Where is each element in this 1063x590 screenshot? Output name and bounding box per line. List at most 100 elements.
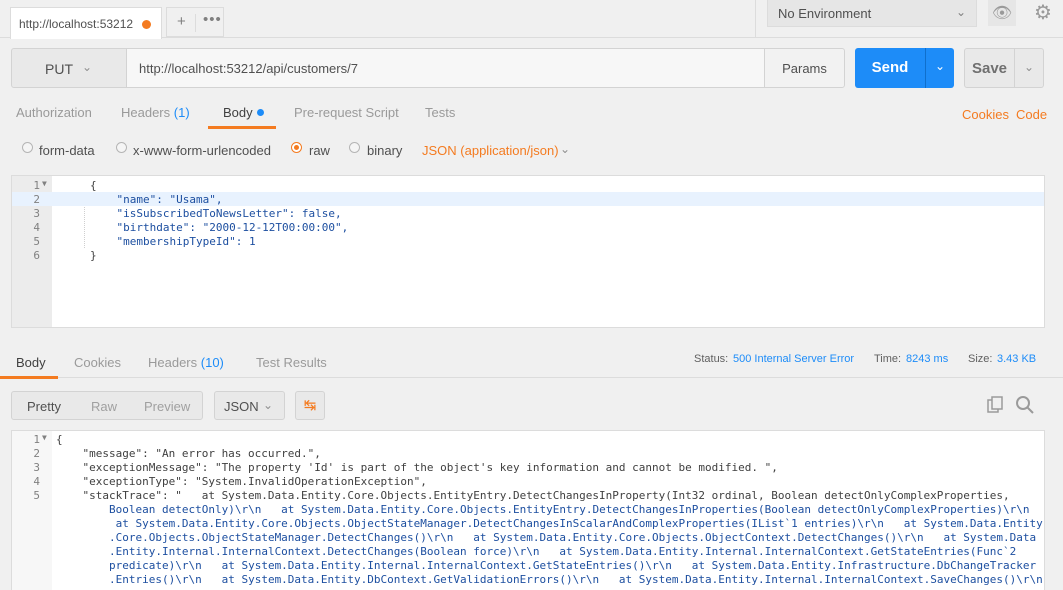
radio-binary[interactable] bbox=[349, 142, 360, 153]
time-value[interactable]: 8243 ms bbox=[906, 353, 948, 365]
tab-response-cookies[interactable]: Cookies bbox=[74, 355, 121, 370]
line-number: 2 bbox=[33, 193, 40, 206]
request-tab-title: http://localhost:53212 bbox=[19, 17, 134, 31]
fold-icon[interactable]: ▼ bbox=[42, 433, 47, 442]
line-number: 3 bbox=[33, 207, 40, 220]
format-select[interactable]: JSON ⌄ bbox=[214, 391, 285, 420]
search-icon[interactable] bbox=[1015, 395, 1035, 415]
pretty-button[interactable]: Pretty bbox=[27, 399, 61, 414]
url-input[interactable]: http://localhost:53212/api/customers/7 bbox=[127, 48, 765, 88]
method-label: PUT bbox=[45, 61, 73, 77]
tab-response-body[interactable]: Body bbox=[16, 355, 46, 370]
gear-icon[interactable]: ⚙ bbox=[1030, 0, 1056, 26]
code-line: 1 ▼ { bbox=[12, 432, 1044, 446]
line-number: 2 bbox=[33, 447, 40, 460]
line-number: 3 bbox=[33, 461, 40, 474]
divider bbox=[195, 14, 196, 32]
size-label: Size: bbox=[968, 353, 993, 365]
tab-authorization[interactable]: Authorization bbox=[16, 105, 92, 120]
chevron-down-icon: ⌄ bbox=[955, 5, 966, 19]
code-text: "exceptionType": "System.InvalidOperatio… bbox=[56, 475, 427, 488]
wrapped-line: predicate)\r\n at System.Data.Entity.Int… bbox=[109, 559, 1037, 572]
code-text: "isSubscribedToNewsLetter": false, bbox=[90, 207, 342, 220]
request-tab[interactable]: http://localhost:53212 bbox=[10, 7, 162, 39]
more-icon[interactable]: ••• bbox=[203, 11, 222, 28]
radio-raw[interactable] bbox=[291, 142, 302, 153]
code-text: "name": "Usama", bbox=[90, 193, 223, 206]
radio-urlencoded[interactable] bbox=[116, 142, 127, 153]
code-text: { bbox=[90, 179, 97, 192]
environment-label: No Environment bbox=[778, 6, 872, 21]
response-headers-label: Headers bbox=[148, 355, 198, 370]
code-line: 5 "stackTrace": " at System.Data.Entity.… bbox=[12, 488, 1044, 502]
params-button[interactable]: Params bbox=[764, 48, 845, 88]
format-label: JSON bbox=[224, 399, 259, 414]
view-mode-group: Pretty Raw Preview bbox=[11, 391, 203, 420]
raw-label: raw bbox=[309, 143, 330, 158]
tab-headers-label: Headers bbox=[121, 105, 171, 120]
environment-select[interactable]: No Environment ⌄ bbox=[767, 0, 977, 27]
size-value[interactable]: 3.43 KB bbox=[997, 353, 1036, 365]
unsaved-dot-icon bbox=[142, 20, 151, 29]
tab-body-label: Body bbox=[223, 105, 253, 120]
body-dot-icon bbox=[256, 109, 264, 116]
response-body-viewer[interactable]: 1 ▼ { 2 "message": "An error has occurre… bbox=[11, 430, 1045, 590]
code-text: "message": "An error has occurred.", bbox=[56, 447, 321, 460]
chevron-down-icon: ⌄ bbox=[82, 60, 93, 74]
code-line: 6 } bbox=[12, 248, 1044, 262]
scrollbar[interactable] bbox=[1050, 430, 1060, 590]
new-tab-icon[interactable]: + bbox=[177, 13, 186, 30]
save-button[interactable]: Save bbox=[964, 48, 1015, 88]
code-line: 2 "message": "An error has occurred.", bbox=[12, 446, 1044, 460]
time-label: Time: bbox=[874, 353, 902, 365]
code-line: 3 "exceptionMessage": "The property 'Id'… bbox=[12, 460, 1044, 474]
line-number: 1 bbox=[33, 179, 40, 192]
response-headers-count: (10) bbox=[200, 355, 224, 370]
send-dropdown-icon[interactable]: ⌄ bbox=[925, 48, 954, 88]
eye-icon[interactable]: 👁 bbox=[988, 0, 1016, 26]
fold-icon[interactable]: ▼ bbox=[42, 179, 47, 188]
method-select[interactable]: PUT ⌄ bbox=[11, 48, 127, 88]
code-text: "stackTrace": " at System.Data.Entity.Co… bbox=[56, 489, 1010, 502]
code-line: 4 "birthdate": "2000-12-12T00:00:00", bbox=[12, 220, 1044, 234]
active-tab-indicator bbox=[208, 126, 276, 129]
line-number: 5 bbox=[33, 235, 40, 248]
status-value[interactable]: 500 Internal Server Error bbox=[733, 353, 854, 365]
tab-response-headers[interactable]: Headers (10) bbox=[148, 355, 224, 370]
code-line: 4 "exceptionType": "System.InvalidOperat… bbox=[12, 474, 1044, 488]
line-number: 4 bbox=[33, 221, 40, 234]
code-line: 2 "name": "Usama", bbox=[12, 192, 1044, 206]
line-number: 1 bbox=[33, 433, 40, 446]
save-dropdown-icon[interactable]: ⌄ bbox=[1015, 48, 1044, 88]
raw-button[interactable]: Raw bbox=[91, 399, 117, 414]
request-body-editor[interactable]: 1 ▼ { 2 "name": "Usama", 3 "isSubscribed… bbox=[11, 175, 1045, 328]
form-data-label: form-data bbox=[39, 143, 95, 158]
line-number: 5 bbox=[33, 489, 40, 502]
copy-icon[interactable] bbox=[986, 396, 1004, 414]
preview-button[interactable]: Preview bbox=[144, 399, 190, 414]
chevron-down-icon: ⌄ bbox=[263, 398, 274, 412]
radio-form-data[interactable] bbox=[22, 142, 33, 153]
tab-body[interactable]: Body bbox=[223, 105, 264, 120]
tab-actions: + ••• bbox=[166, 7, 224, 37]
send-button[interactable]: Send bbox=[855, 48, 925, 88]
code-text: } bbox=[90, 249, 97, 262]
wrap-lines-icon[interactable]: ↹ bbox=[295, 391, 325, 420]
content-type-select[interactable]: JSON (application/json) bbox=[422, 143, 559, 158]
tab-prerequest-script[interactable]: Pre-request Script bbox=[294, 105, 399, 120]
chevron-down-icon[interactable]: ⌄ bbox=[560, 142, 570, 156]
tab-headers[interactable]: Headers (1) bbox=[121, 105, 190, 120]
code-line: 5 "membershipTypeId": 1 bbox=[12, 234, 1044, 248]
line-number: 4 bbox=[33, 475, 40, 488]
tab-test-results[interactable]: Test Results bbox=[256, 355, 327, 370]
url-text: http://localhost:53212/api/customers/7 bbox=[139, 61, 358, 76]
code-link[interactable]: Code bbox=[1016, 107, 1047, 122]
tab-tests[interactable]: Tests bbox=[425, 105, 455, 120]
active-tab-indicator bbox=[0, 376, 58, 379]
binary-label: binary bbox=[367, 143, 403, 158]
code-line: 3 "isSubscribedToNewsLetter": false, bbox=[12, 206, 1044, 220]
wrapped-line: .Entity.Internal.InternalContext.DetectC… bbox=[109, 545, 1017, 558]
headers-count: (1) bbox=[173, 105, 190, 120]
cookies-link[interactable]: Cookies bbox=[962, 107, 1009, 122]
urlencoded-label: x-www-form-urlencoded bbox=[133, 143, 271, 158]
